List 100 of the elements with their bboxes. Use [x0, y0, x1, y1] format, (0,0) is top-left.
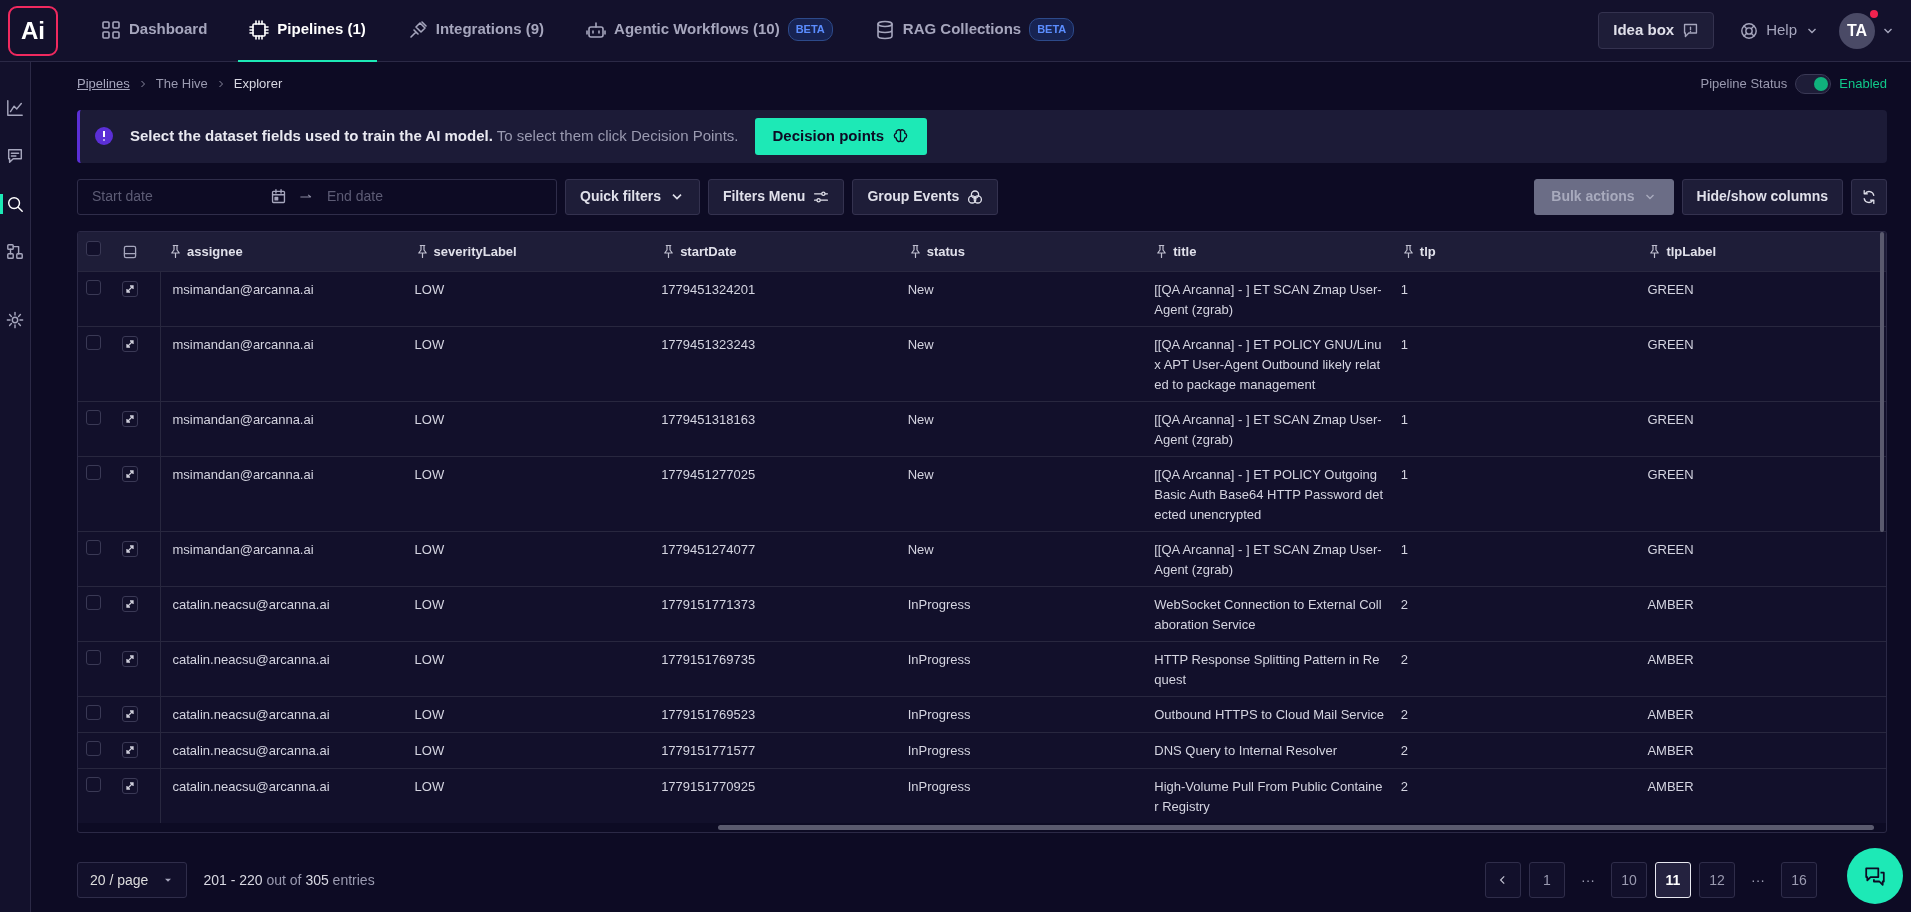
table-cell: catalin.neacsu@arcanna.ai [160, 641, 407, 697]
table-cell: 1779151771577 [653, 732, 900, 769]
nav-tab[interactable]: Integrations (9) [396, 0, 556, 62]
page-button[interactable]: 16 [1781, 862, 1817, 898]
decision-points-button[interactable]: Decision points [754, 118, 928, 155]
nav-tab[interactable]: RAG Collections BETA [863, 0, 1086, 62]
beta-badge: BETA [1029, 18, 1075, 41]
table-cell: 1779451324201 [653, 271, 900, 327]
table-cell: GREEN [1639, 326, 1886, 402]
page-button[interactable]: 11 [1655, 862, 1691, 898]
expand-icon[interactable] [122, 281, 138, 297]
beta-badge: BETA [787, 18, 833, 41]
table-cell: GREEN [1639, 531, 1886, 587]
chart-icon [6, 99, 24, 117]
start-date-field[interactable]: Start date [90, 185, 260, 208]
row-checkbox[interactable] [86, 595, 101, 610]
user-avatar[interactable]: TA [1839, 12, 1875, 49]
end-date-field[interactable]: End date [325, 185, 495, 208]
table-cell: LOW [406, 531, 654, 587]
idea-box-button[interactable]: Idea box [1598, 12, 1715, 49]
table-cell: msimandan@arcanna.ai [160, 531, 407, 587]
grid-icon [101, 19, 121, 40]
nav-tab[interactable]: Dashboard [90, 0, 219, 62]
row-checkbox[interactable] [86, 650, 101, 665]
nav-tab[interactable]: Pipelines (1) [238, 0, 377, 62]
status-value: Enabled [1839, 75, 1887, 94]
vertical-scrollbar[interactable] [1880, 231, 1884, 532]
table-cell: LOW [406, 768, 654, 823]
expand-icon[interactable] [122, 778, 138, 794]
chip-icon [249, 19, 270, 40]
table-cell: New [899, 531, 1147, 587]
help-button[interactable]: Help [1734, 18, 1825, 43]
expand-icon[interactable] [122, 466, 138, 482]
table-cell: GREEN [1639, 271, 1886, 327]
row-checkbox[interactable] [86, 777, 101, 792]
page-button[interactable]: 1 [1529, 862, 1565, 898]
row-checkbox[interactable] [86, 540, 101, 555]
page-button[interactable]: 10 [1611, 862, 1647, 898]
row-checkbox[interactable] [86, 335, 101, 350]
row-checkbox[interactable] [86, 465, 101, 480]
chat-button[interactable] [1847, 848, 1903, 904]
table-cell: 1779451277025 [653, 456, 900, 532]
breadcrumb-link[interactable]: Pipelines [77, 74, 130, 94]
table-cell: 2 [1392, 696, 1640, 733]
table-cell: AMBER [1639, 586, 1886, 642]
nav-tab[interactable]: Agentic Workflows (10) BETA [575, 0, 844, 62]
table-cell: catalin.neacsu@arcanna.ai [160, 768, 407, 823]
expand-icon[interactable] [122, 651, 138, 667]
expand-icon[interactable] [122, 706, 138, 722]
pin-icon [168, 243, 183, 259]
chat-icon [1864, 865, 1886, 887]
banner-text: Select the dataset fields used to train the AI model. To select them click Decision Points. [130, 126, 739, 146]
table-cell: InProgress [899, 641, 1147, 697]
refresh-icon [1861, 188, 1877, 205]
entries-summary: 201 - 220 out of 305 entries [203, 870, 375, 890]
table-cell: LOW [406, 271, 654, 327]
table-cell: 1779451323243 [653, 326, 900, 402]
row-checkbox[interactable] [86, 741, 101, 756]
toolbar-button[interactable]: Quick filters [565, 178, 700, 215]
toolbar-button[interactable]: Group Events [852, 178, 999, 215]
table-cell: 1 [1392, 271, 1640, 327]
search-icon [6, 195, 24, 213]
table-cell: catalin.neacsu@arcanna.ai [160, 732, 407, 769]
table-cell: LOW [406, 401, 654, 457]
expand-icon[interactable] [122, 596, 138, 612]
row-checkbox[interactable] [86, 705, 101, 720]
page-button[interactable]: 12 [1699, 862, 1735, 898]
table-cell: [[QA Arcanna] - ] ET SCAN Zmap User-Agent (zgrab) [1146, 531, 1393, 587]
table-cell: InProgress [899, 696, 1147, 733]
table-cell: msimandan@arcanna.ai [160, 271, 407, 327]
plug-icon [407, 19, 428, 40]
logo[interactable]: Ai [8, 5, 58, 56]
chat-icon [6, 147, 24, 165]
table-cell: 2 [1392, 641, 1640, 697]
table-cell: [[QA Arcanna] - ] ET POLICY Outgoing Basic Auth Base64 HTTP Password detected unencrypted [1146, 456, 1393, 532]
columns-button[interactable]: Hide/show columns [1681, 178, 1843, 215]
row-checkbox[interactable] [86, 280, 101, 295]
page-size-select[interactable]: 20 / page [77, 862, 188, 898]
table-cell: New [899, 456, 1147, 532]
expand-icon[interactable] [122, 742, 138, 758]
expand-icon[interactable] [122, 411, 138, 427]
table-cell: LOW [406, 696, 654, 733]
table-cell: InProgress [899, 732, 1147, 769]
table-cell: DNS Query to Internal Resolver [1146, 732, 1393, 769]
row-checkbox[interactable] [86, 410, 101, 425]
flow-icon [6, 243, 24, 261]
expand-icon[interactable] [122, 541, 138, 557]
toggle-switch[interactable] [1795, 74, 1832, 94]
table-cell: msimandan@arcanna.ai [160, 326, 407, 402]
table-cell: High-Volume Pull From Public Container Registry [1146, 768, 1393, 823]
toolbar-button[interactable]: Filters Menu [707, 178, 845, 215]
calendar-icon [270, 188, 287, 205]
brain-icon [892, 127, 910, 145]
table-cell: 1 [1392, 326, 1640, 402]
table-cell: msimandan@arcanna.ai [160, 456, 407, 532]
horizontal-scrollbar[interactable] [718, 825, 1874, 830]
refresh-button[interactable] [1851, 178, 1887, 215]
expand-icon[interactable] [122, 336, 138, 352]
select-all-checkbox[interactable] [86, 241, 101, 256]
table-cell: WebSocket Connection to External Collaboration Service [1146, 586, 1393, 642]
